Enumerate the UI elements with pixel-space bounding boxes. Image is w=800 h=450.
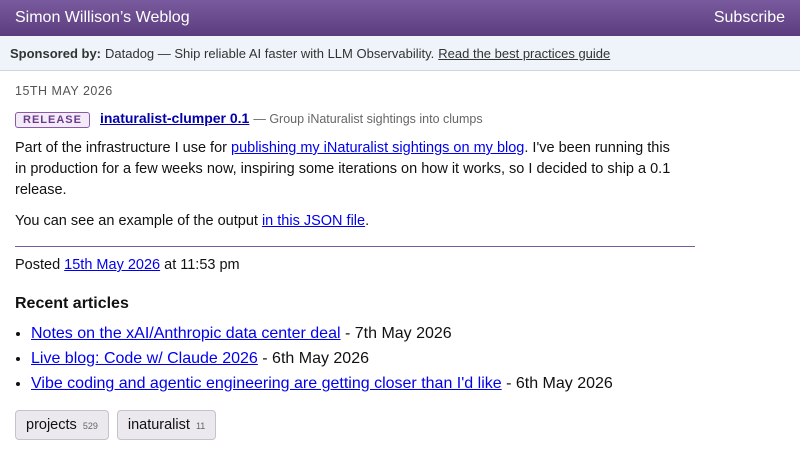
json-file-link[interactable]: in this JSON file xyxy=(262,213,365,229)
recent-article-date: - 6th May 2026 xyxy=(257,350,369,367)
sponsor-label: Sponsored by: xyxy=(10,45,102,61)
release-description: — Group iNaturalist sightings into clump… xyxy=(253,112,483,126)
list-item: Vibe coding and agentic engineering are … xyxy=(31,371,680,396)
posted-time: at 11:53 pm xyxy=(160,257,240,273)
sponsor-banner: Sponsored by: Datadog — Ship reliable AI… xyxy=(0,36,800,71)
release-name-link[interactable]: inaturalist-clumper 0.1 xyxy=(100,110,249,126)
permalink-date-link[interactable]: 15th May 2026 xyxy=(64,257,160,273)
tag-inaturalist[interactable]: inaturalist 11 xyxy=(116,410,217,440)
posted-text: Posted xyxy=(15,257,65,273)
top-bar: Simon Willison’s Weblog Subscribe xyxy=(0,0,800,36)
release-badge: RELEASE xyxy=(15,112,90,128)
tag-name: projects xyxy=(26,417,77,433)
tag-count: 11 xyxy=(195,421,206,431)
recent-article-date: - 6th May 2026 xyxy=(501,375,613,392)
tag-name: inaturalist xyxy=(127,417,190,433)
list-item: Notes on the xAI/Anthropic data center d… xyxy=(31,321,680,346)
release-line: RELEASE inaturalist-clumper 0.1 — Group … xyxy=(15,110,680,128)
recent-article-link[interactable]: Notes on the xAI/Anthropic data center d… xyxy=(31,325,341,342)
para1-text: Part of the infrastructure I use for xyxy=(15,140,231,156)
divider xyxy=(15,246,695,247)
tag-projects[interactable]: projects 529 xyxy=(15,410,109,440)
sponsor-link[interactable]: Read the best practices guide xyxy=(438,46,610,61)
inaturalist-blog-link[interactable]: publishing my iNaturalist sightings on m… xyxy=(231,140,524,156)
recent-article-date: - 7th May 2026 xyxy=(340,325,452,342)
post-date: 15TH MAY 2026 xyxy=(15,84,113,98)
posted-line: Posted 15th May 2026 at 11:53 pm xyxy=(15,257,680,273)
tag-count: 529 xyxy=(82,421,98,431)
site-title[interactable]: Simon Willison’s Weblog xyxy=(15,9,190,27)
list-item: Live blog: Code w/ Claude 2026 - 6th May… xyxy=(31,346,680,371)
post-paragraph-2: You can see an example of the output in … xyxy=(15,211,680,232)
para2-text: You can see an example of the output xyxy=(15,213,262,229)
tag-list: projects 529 inaturalist 11 xyxy=(15,410,680,440)
recent-articles-list: Notes on the xAI/Anthropic data center d… xyxy=(15,321,680,396)
para2-text-end: . xyxy=(365,213,370,229)
recent-articles-heading: Recent articles xyxy=(15,295,129,312)
sponsor-text: Datadog — Ship reliable AI faster with L… xyxy=(105,45,435,61)
post-paragraph-1: Part of the infrastructure I use for pub… xyxy=(15,138,680,201)
main-content: 15TH MAY 2026 RELEASE inaturalist-clumpe… xyxy=(0,84,695,440)
recent-article-link[interactable]: Vibe coding and agentic engineering are … xyxy=(31,375,502,392)
subscribe-link[interactable]: Subscribe xyxy=(714,9,785,27)
recent-article-link[interactable]: Live blog: Code w/ Claude 2026 xyxy=(31,350,258,367)
